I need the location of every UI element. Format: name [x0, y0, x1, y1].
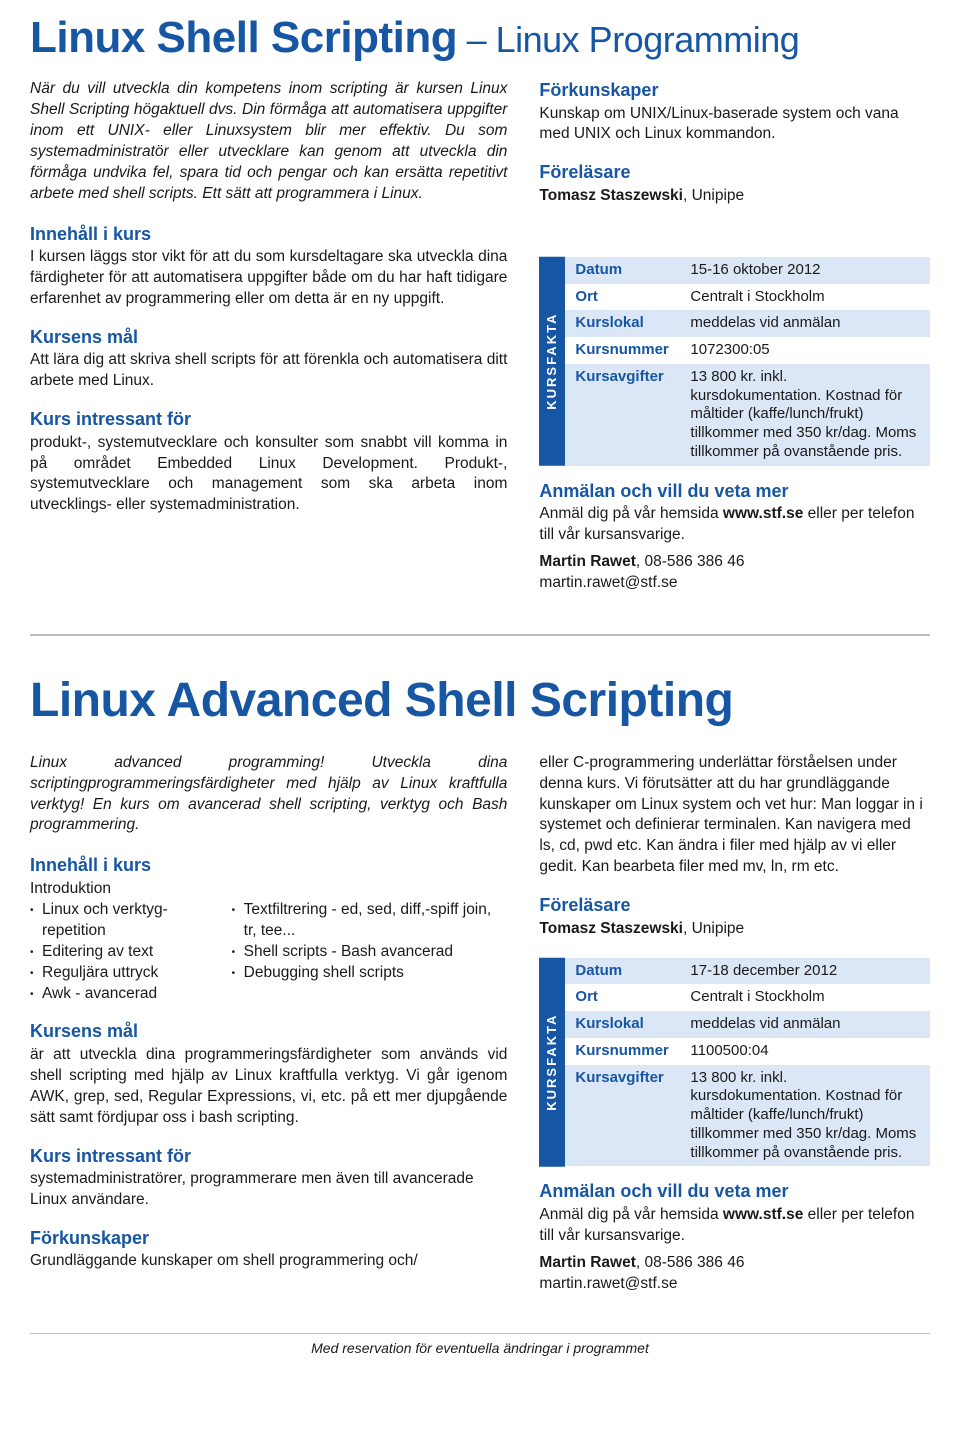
course2-anmalan-site: www.stf.se: [723, 1206, 803, 1223]
course1-title-main: Linux Shell Scripting: [30, 13, 457, 62]
course-linux-advanced-shell-scripting: Linux Advanced Shell Scripting Linux adv…: [30, 661, 930, 1325]
course2-forkunskaper-left: Grundläggande kunskaper om shell program…: [30, 1251, 507, 1272]
kursfakta-tab-label: KURSFAKTA: [539, 958, 565, 1167]
course1-mal-body: Att lära dig att skriva shell scripts fö…: [30, 350, 507, 392]
course2-innehall-intro: Introduktion: [30, 879, 507, 900]
course2-mal-heading: Kursens mål: [30, 1020, 507, 1043]
course1-title: Linux Shell Scripting – Linux Programmin…: [30, 10, 930, 65]
course2-contact-name: Martin Rawet: [539, 1254, 635, 1271]
course2-anmalan-body: Anmäl dig på vår hemsida www.stf.se elle…: [539, 1205, 930, 1247]
course2-innehall-heading: Innehåll i kurs: [30, 854, 507, 877]
course2-forelasare-body: Tomasz Staszewski, Unipipe: [539, 919, 930, 940]
course1-anmalan-body: Anmäl dig på vår hemsida www.stf.se elle…: [539, 504, 930, 546]
course1-mal-heading: Kursens mål: [30, 326, 507, 349]
course2-intressant-body: systemadministratörer, programmerare men…: [30, 1169, 507, 1211]
course1-right-column: Förkunskaper Kunskap om UNIX/Linux-baser…: [539, 79, 930, 594]
course2-right-column: eller C-programmering underlättar förstå…: [539, 753, 930, 1295]
course1-contact-name: Martin Rawet: [539, 553, 635, 570]
course2-intro: Linux advanced programming! Utveckla din…: [30, 753, 507, 837]
course-linux-shell-scripting: Linux Shell Scripting – Linux Programmin…: [30, 0, 930, 624]
list-item: Awk - avancerad: [30, 984, 202, 1005]
course2-mal-body: är att utveckla dina programmeringsfärdi…: [30, 1045, 507, 1129]
course1-intro: När du vill utveckla din kompetens inom …: [30, 79, 507, 205]
fakta-row-kurslokal: Kurslokalmeddelas vid anmälan: [565, 1011, 930, 1038]
fakta-row-kursnummer: Kursnummer1072300:05: [565, 337, 930, 364]
fakta-row-ort: OrtCentralt i Stockholm: [565, 984, 930, 1011]
course2-anmalan-heading: Anmälan och vill du veta mer: [539, 1180, 930, 1203]
course1-innehall-heading: Innehåll i kurs: [30, 223, 507, 246]
fakta-row-kursavgifter: Kursavgifter13 800 kr. inkl. kursdokumen…: [565, 1065, 930, 1167]
course2-left-column: Linux advanced programming! Utveckla din…: [30, 753, 507, 1295]
course2-forelasare-name: Tomasz Staszewski: [539, 920, 683, 937]
course1-forelasare-body: Tomasz Staszewski, Unipipe: [539, 186, 930, 207]
course2-intressant-heading: Kurs intressant för: [30, 1145, 507, 1168]
course2-forkunskaper-heading: Förkunskaper: [30, 1227, 507, 1250]
fakta-row-datum: Datum15-16 oktober 2012: [565, 257, 930, 284]
course1-innehall-body: I kursen läggs stor vikt för att du som …: [30, 247, 507, 310]
course1-forkunskaper-heading: Förkunskaper: [539, 79, 930, 102]
fakta-row-datum: Datum17-18 december 2012: [565, 958, 930, 985]
course2-contact: Martin Rawet, 08-586 386 46 martin.rawet…: [539, 1253, 930, 1295]
fakta-row-ort: OrtCentralt i Stockholm: [565, 284, 930, 311]
course1-kursfakta: KURSFAKTA Datum15-16 oktober 2012 OrtCen…: [539, 257, 930, 466]
kursfakta-tab-label: KURSFAKTA: [539, 257, 565, 466]
course2-kursfakta: KURSFAKTA Datum17-18 december 2012 OrtCe…: [539, 958, 930, 1167]
list-item: Shell scripts - Bash avancerad: [232, 942, 508, 963]
fakta-row-kursavgifter: Kursavgifter13 800 kr. inkl. kursdokumen…: [565, 364, 930, 466]
course1-contact-phone: , 08-586 386 46: [636, 553, 745, 570]
course1-anmalan-site: www.stf.se: [723, 505, 803, 522]
course1-fakta-table: Datum15-16 oktober 2012 OrtCentralt i St…: [565, 257, 930, 466]
course1-intressant-heading: Kurs intressant för: [30, 408, 507, 431]
course2-fakta-table: Datum17-18 december 2012 OrtCentralt i S…: [565, 958, 930, 1167]
fakta-row-kursnummer: Kursnummer1100500:04: [565, 1038, 930, 1065]
course2-contact-phone: , 08-586 386 46: [636, 1254, 745, 1271]
course1-forkunskaper-body: Kunskap om UNIX/Linux-baserade system oc…: [539, 104, 930, 146]
course1-contact: Martin Rawet, 08-586 386 46 martin.rawet…: [539, 552, 930, 594]
course1-anmalan-heading: Anmälan och vill du veta mer: [539, 480, 930, 503]
course1-intressant-body: produkt-, systemutvecklare och konsulter…: [30, 433, 507, 517]
course2-bullet-lists: Linux och verktyg­repetition Editering a…: [30, 900, 507, 1005]
list-item: Reguljära uttryck: [30, 963, 202, 984]
course1-forelasare-heading: Föreläsare: [539, 161, 930, 184]
course2-title: Linux Advanced Shell Scripting: [30, 671, 930, 731]
fakta-row-kurslokal: Kurslokalmeddelas vid anmälan: [565, 310, 930, 337]
course1-forelasare-name: Tomasz Staszewski: [539, 187, 683, 204]
course1-left-column: När du vill utveckla din kompetens inom …: [30, 79, 507, 594]
course2-forelasare-org: , Unipipe: [683, 920, 744, 937]
course1-title-sub: – Linux Programming: [457, 19, 799, 60]
course2-forelasare-heading: Föreläsare: [539, 894, 930, 917]
course2-list-col2: Textfiltrering - ed, sed, diff,-spiff jo…: [232, 900, 508, 1005]
course2-contact-email: martin.rawet@stf.se: [539, 1275, 677, 1292]
list-item: Editering av text: [30, 942, 202, 963]
course1-forelasare-org: , Unipipe: [683, 187, 744, 204]
course2-list-col1: Linux och verktyg­repetition Editering a…: [30, 900, 202, 1005]
course2-forkunskaper-right: eller C-programmering underlättar förstå…: [539, 753, 930, 879]
list-item: Textfiltrering - ed, sed, diff,-spiff jo…: [232, 900, 508, 942]
divider: [30, 634, 930, 636]
list-item: Debugging shell scripts: [232, 963, 508, 984]
footer-disclaimer: Med reservation för eventuella ändringar…: [30, 1334, 930, 1364]
course1-contact-email: martin.rawet@stf.se: [539, 574, 677, 591]
list-item: Linux och verktyg­repetition: [30, 900, 202, 942]
